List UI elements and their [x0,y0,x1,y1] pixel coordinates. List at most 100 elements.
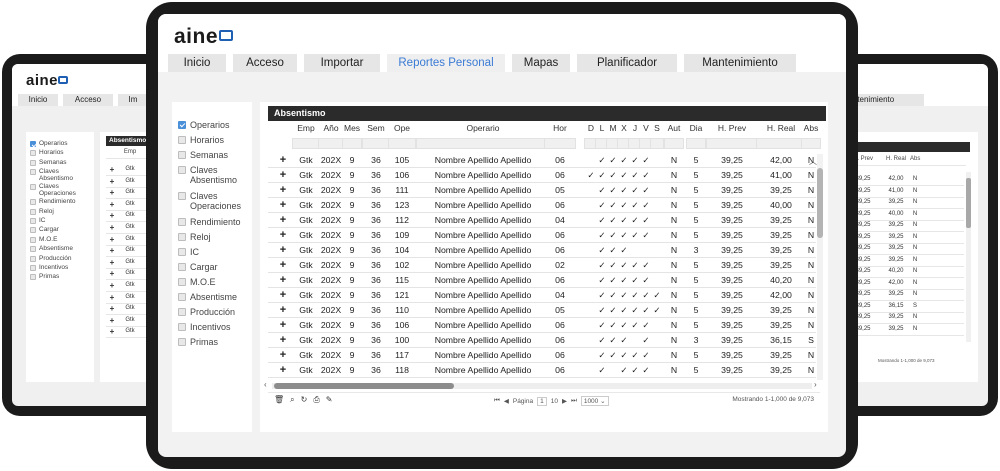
tab-planificador[interactable]: Planificador [577,54,677,72]
vertical-scroll-thumb[interactable] [817,168,823,238]
rows-per-page-select[interactable]: 1000 ⌄ [580,396,609,406]
column-header-operario[interactable]: Operario [418,123,548,133]
sidebar-item-reloj[interactable]: Reloj [30,208,94,217]
pencil-icon[interactable]: ✎ [326,395,333,405]
column-header-sem[interactable]: Sem [364,123,388,133]
sidebar-item-claves-operaciones[interactable]: Claves Operaciones [30,183,94,198]
filter-input-h-prev[interactable] [706,138,758,149]
filter-input-h-real[interactable] [756,138,806,149]
tab-im[interactable]: Im [118,94,148,106]
column-header-hor[interactable]: Hor [546,123,574,133]
column-header-x[interactable]: X [619,123,629,133]
scroll-left-icon[interactable]: ‹ [264,380,267,389]
table-row[interactable]: + Gtk 202X 9 36 102 Nombre Apellido Apellido 02… [268,258,816,273]
sidebar-checkbox[interactable] [30,150,36,157]
plus-icon[interactable]: + [278,243,288,257]
plus-icon[interactable]: + [278,153,288,167]
right-scroll-thumb[interactable] [966,178,971,228]
sidebar-checkbox[interactable] [178,308,186,316]
sidebar-item-ic[interactable]: IC [30,217,94,226]
plus-icon[interactable]: + [278,183,288,197]
prev-page-icon[interactable]: ◀ [504,397,509,405]
sidebar-checkbox[interactable] [178,192,186,200]
filter-input-abs[interactable] [801,138,821,149]
plus-icon[interactable]: + [108,303,116,314]
horizontal-scrollbar[interactable] [272,383,812,389]
column-header-m[interactable]: M [608,123,618,133]
sidebar-item-produccion[interactable]: Producción [30,255,94,264]
sidebar-checkbox[interactable] [178,278,186,286]
column-header-dia[interactable]: Dia [688,123,704,133]
sidebar-checkbox[interactable] [30,255,36,262]
plus-icon[interactable]: + [278,198,288,212]
table-row[interactable]: + Gtk 202X 9 36 110 Nombre Apellido Apellido 05… [268,303,816,318]
last-page-icon[interactable]: ⏭ [571,397,577,405]
scroll-up-icon[interactable]: ︿ [809,156,817,167]
plus-icon[interactable]: + [278,288,288,302]
scroll-right-icon[interactable]: › [814,380,817,389]
filter-input-sem[interactable] [362,138,390,149]
sidebar-checkbox[interactable] [178,166,186,174]
sidebar-checkbox[interactable] [30,236,36,243]
table-row[interactable]: + Gtk 202X 9 36 112 Nombre Apellido Apellido 04… [268,213,816,228]
plus-icon[interactable]: + [108,222,116,233]
brand-logo[interactable]: aine [26,72,69,89]
plus-icon[interactable]: + [278,228,288,242]
sidebar-item-horarios[interactable]: Horarios [30,149,94,158]
column-header-aut[interactable]: Aut [666,123,682,133]
sidebar-checkbox[interactable] [178,323,186,331]
filter-input-hor[interactable] [544,138,576,149]
sidebar-item-m-o-e[interactable]: M.O.E [178,277,252,292]
tab-mantenimiento[interactable]: Mantenimiento [684,54,796,72]
tab-acceso[interactable]: Acceso [233,54,297,72]
filter-input-emp[interactable] [292,138,320,149]
column-header-ope[interactable]: Ope [390,123,414,133]
plus-icon[interactable]: + [108,234,116,245]
filter-input-dia[interactable] [686,138,706,149]
table-row[interactable]: + Gtk 202X 9 36 109 Nombre Apellido Apellido 06… [268,228,816,243]
sidebar-checkbox[interactable] [30,184,36,191]
sidebar-checkbox[interactable] [178,218,186,226]
sidebar-item-claves-operaciones[interactable]: Claves Operaciones [178,191,252,217]
column-header-h-real[interactable]: H. Real [882,154,910,165]
column-header-emp[interactable]: Emp [294,123,318,133]
sidebar-checkbox[interactable] [30,199,36,206]
sidebar-checkbox[interactable] [30,274,36,281]
sidebar-checkbox[interactable] [178,136,186,144]
column-header-j[interactable]: J [630,123,640,133]
table-row[interactable]: + Gtk 202X 9 36 121 Nombre Apellido Apellido 04… [268,288,816,303]
sidebar-item-produccion[interactable]: Producción [178,307,252,322]
sidebar-item-ic[interactable]: IC [178,247,252,262]
tab-reportes-personal[interactable]: Reportes Personal [387,54,505,72]
sidebar-item-semanas[interactable]: Semanas [30,159,94,168]
sidebar-item-operarios[interactable]: Operarios [30,140,94,149]
first-page-icon[interactable]: ⏮ [494,397,500,405]
plus-icon[interactable]: + [278,363,288,377]
sidebar-checkbox[interactable] [30,208,36,215]
plus-icon[interactable]: + [108,176,116,187]
plus-icon[interactable]: + [108,292,116,303]
sidebar-checkbox[interactable] [178,121,186,129]
sidebar-checkbox[interactable] [30,227,36,234]
plus-icon[interactable]: + [108,315,116,326]
table-row[interactable]: + Gtk 202X 9 36 106 Nombre Apellido Apellido 06… [268,318,816,333]
table-row[interactable]: + Gtk 202X 9 36 117 Nombre Apellido Apellido 06… [268,348,816,363]
column-header-abs[interactable]: Abs [910,154,920,165]
column-header-ano[interactable]: Año [320,123,342,133]
sidebar-checkbox[interactable] [30,246,36,253]
plus-icon[interactable]: + [278,303,288,317]
sidebar-item-semanas[interactable]: Semanas [178,150,252,165]
sidebar-item-horarios[interactable]: Horarios [178,135,252,150]
table-row[interactable]: + Gtk 202X 9 36 105 Nombre Apellido Apellido 06… [268,153,816,168]
plus-icon[interactable]: + [108,245,116,256]
sidebar-checkbox[interactable] [178,151,186,159]
brand-logo[interactable]: aine [174,25,234,49]
tab-importar[interactable]: Importar [304,54,380,72]
sidebar-item-m-o-e[interactable]: M.O.E [30,236,94,245]
sidebar-checkbox[interactable] [30,169,36,176]
page-input[interactable]: 1 [537,396,547,406]
refresh-icon[interactable]: ↻ [301,395,308,405]
sidebar-item-rendimiento[interactable]: Rendimiento [30,198,94,207]
filter-input-s[interactable] [650,138,664,149]
table-row[interactable]: + Gtk 202X 9 36 123 Nombre Apellido Apellido 06… [268,198,816,213]
